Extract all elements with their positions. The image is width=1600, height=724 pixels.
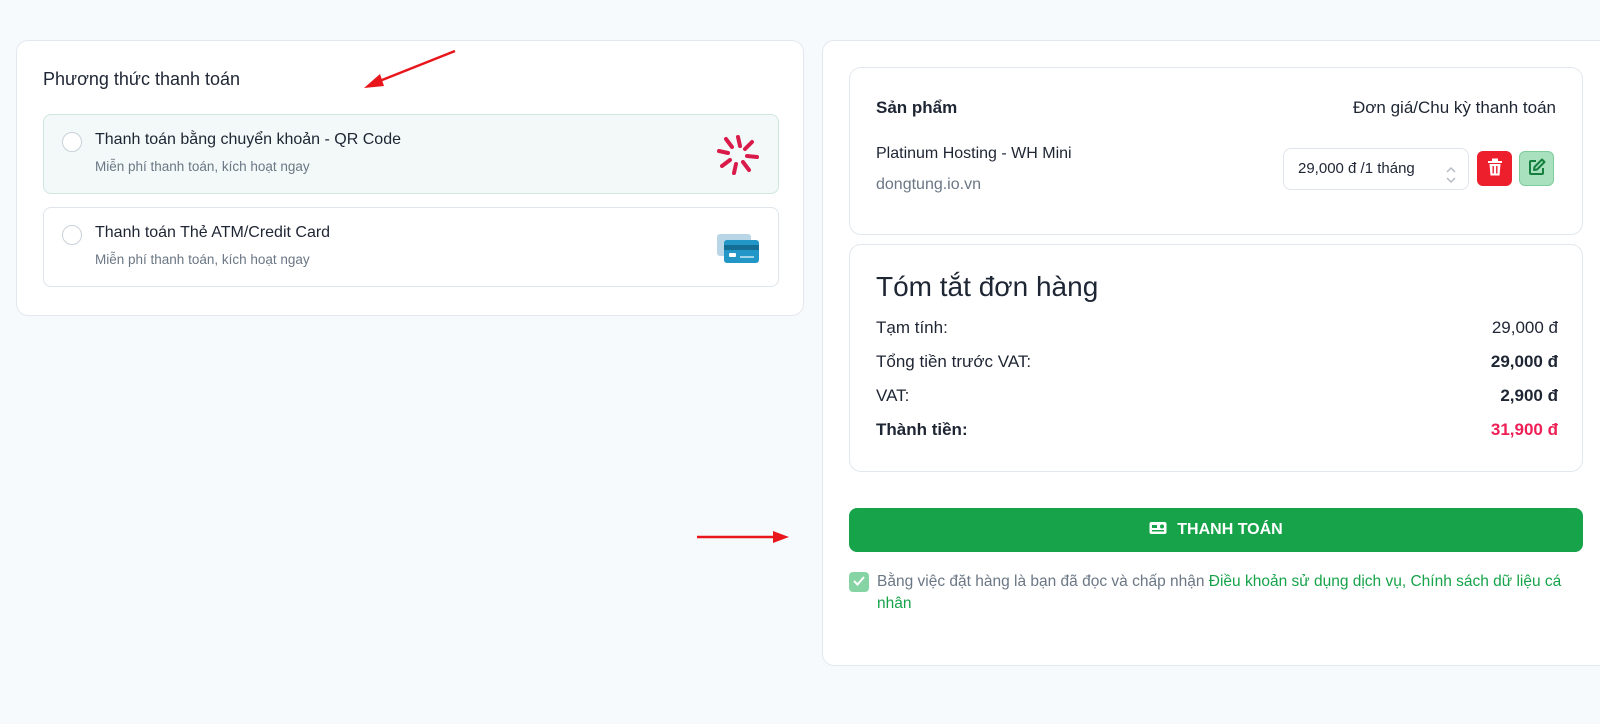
radio-qr[interactable] <box>62 132 82 152</box>
annotation-arrow-icon <box>364 49 456 88</box>
price-cycle-header: Đơn giá/Chu kỳ thanh toán <box>1353 98 1556 117</box>
pay-button-label: THANH TOÁN <box>1177 521 1283 538</box>
billing-cycle-value: 29,000 đ /1 tháng <box>1298 160 1415 177</box>
check-icon <box>853 573 865 591</box>
product-name: Platinum Hosting - WH Mini <box>876 145 1072 162</box>
payment-option-title: Thanh toán Thẻ ATM/Credit Card <box>95 224 331 241</box>
pre-vat-label: Tổng tiền trước VAT: <box>876 352 1032 371</box>
payment-option-qr[interactable]: Thanh toán bằng chuyển khoản - QR Code M… <box>43 114 779 194</box>
order-summary-title: Tóm tắt đơn hàng <box>876 271 1099 302</box>
trash-icon <box>1487 158 1503 179</box>
agree-text: Bằng việc đặt hàng là bạn đã đọc và chấp… <box>877 571 1577 615</box>
total-label: Thành tiền: <box>876 420 968 439</box>
product-domain: dongtung.io.vn <box>876 176 981 193</box>
vat-label: VAT: <box>876 386 910 405</box>
payment-option-subtitle: Miễn phí thanh toán, kích hoạt ngay <box>95 159 310 174</box>
delete-button[interactable] <box>1477 151 1512 186</box>
total-value: 31,900 đ <box>1490 420 1558 439</box>
billing-cycle-select[interactable]: 29,000 đ /1 tháng <box>1283 148 1469 190</box>
agree-prefix: Bằng việc đặt hàng là bạn đã đọc và chấp… <box>877 573 1209 590</box>
select-arrows-icon <box>1446 160 1456 184</box>
edit-icon <box>1528 158 1546 179</box>
pay-button[interactable]: THANH TOÁN <box>849 508 1583 552</box>
pre-vat-value: 29,000 đ <box>1490 352 1558 371</box>
product-card: Sản phẩm Đơn giá/Chu kỳ thanh toán Plati… <box>849 67 1583 235</box>
subtotal-value: 29,000 đ <box>1491 318 1558 337</box>
agree-checkbox[interactable] <box>849 572 869 592</box>
order-panel: Sản phẩm Đơn giá/Chu kỳ thanh toán Plati… <box>822 40 1600 666</box>
payment-option-title: Thanh toán bằng chuyển khoản - QR Code <box>95 131 401 148</box>
vat-value: 2,900 đ <box>1500 386 1558 405</box>
payment-method-title: Phương thức thanh toán <box>43 69 241 89</box>
product-header: Sản phẩm <box>876 98 958 117</box>
payment-option-card[interactable]: Thanh toán Thẻ ATM/Credit Card Miễn phí … <box>43 207 779 287</box>
credit-card-icon <box>716 226 760 270</box>
payment-icon <box>1149 521 1167 540</box>
order-summary-card: Tóm tắt đơn hàng Tạm tính: 29,000 đ Tổng… <box>849 244 1583 472</box>
napas-icon <box>716 133 760 177</box>
subtotal-label: Tạm tính: <box>876 318 948 337</box>
radio-card[interactable] <box>62 225 82 245</box>
payment-option-subtitle: Miễn phí thanh toán, kích hoạt ngay <box>95 252 310 267</box>
annotation-arrow-icon <box>697 531 789 543</box>
edit-button[interactable] <box>1519 151 1554 186</box>
